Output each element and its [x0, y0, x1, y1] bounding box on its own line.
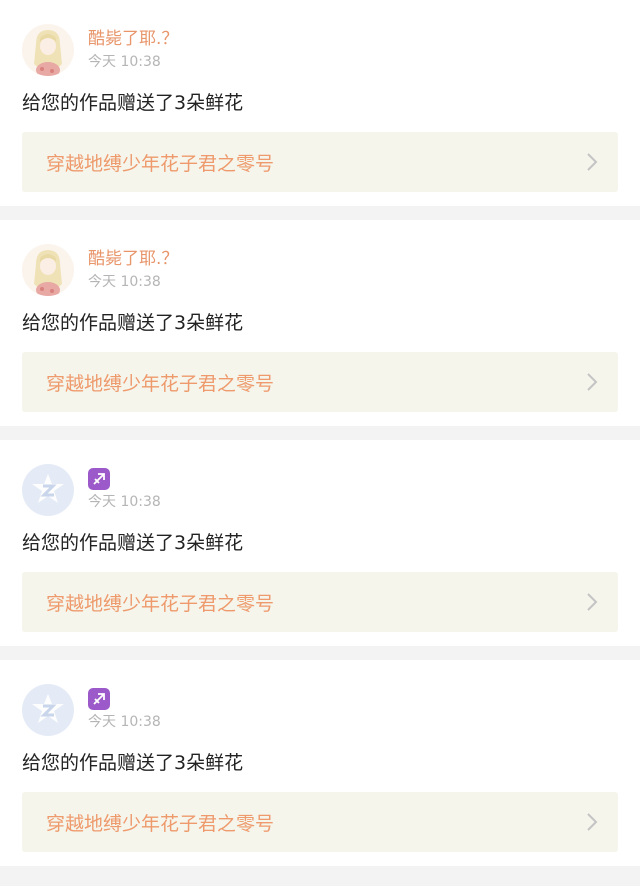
work-title: 穿越地缚少年花子君之零号 [46, 812, 275, 835]
notification-message: 给您的作品赠送了3朵鲜花 [22, 752, 244, 774]
avatar[interactable] [22, 684, 74, 736]
anime-girl-avatar-icon [34, 30, 62, 76]
username[interactable]: 酷毙了耶.？ [88, 28, 178, 50]
notification-card: 今天 10:38 给您的作品赠送了3朵鲜花 穿越地缚少年花子君之零号 [0, 660, 640, 866]
sagittarius-emoji-icon[interactable] [88, 468, 110, 490]
timestamp: 今天 10:38 [88, 54, 161, 70]
avatar[interactable] [22, 464, 74, 516]
notification-message: 给您的作品赠送了3朵鲜花 [22, 532, 244, 554]
notification-card: 酷毙了耶.？ 今天 10:38 给您的作品赠送了3朵鲜花 穿越地缚少年花子君之零… [0, 220, 640, 426]
notification-card: 酷毙了耶.？ 今天 10:38 给您的作品赠送了3朵鲜花 穿越地缚少年花子君之零… [0, 0, 640, 206]
avatar[interactable] [22, 244, 74, 296]
chevron-right-icon [587, 813, 598, 831]
work-link[interactable]: 穿越地缚少年花子君之零号 [22, 572, 618, 632]
work-title: 穿越地缚少年花子君之零号 [46, 152, 275, 175]
timestamp: 今天 10:38 [88, 274, 161, 290]
work-title: 穿越地缚少年花子君之零号 [46, 372, 275, 395]
notification-message: 给您的作品赠送了3朵鲜花 [22, 312, 244, 334]
work-link[interactable]: 穿越地缚少年花子君之零号 [22, 352, 618, 412]
default-avatar-icon [32, 694, 64, 723]
notification-card: 今天 10:38 给您的作品赠送了3朵鲜花 穿越地缚少年花子君之零号 [0, 440, 640, 646]
chevron-right-icon [587, 373, 598, 391]
chevron-right-icon [587, 593, 598, 611]
work-link[interactable]: 穿越地缚少年花子君之零号 [22, 132, 618, 192]
notification-feed: 酷毙了耶.？ 今天 10:38 给您的作品赠送了3朵鲜花 穿越地缚少年花子君之零… [0, 0, 640, 866]
sagittarius-emoji-icon[interactable] [88, 688, 110, 710]
default-avatar-icon [32, 474, 64, 503]
notification-message: 给您的作品赠送了3朵鲜花 [22, 92, 244, 114]
chevron-right-icon [587, 153, 598, 171]
anime-girl-avatar-icon [34, 250, 62, 296]
timestamp: 今天 10:38 [88, 714, 161, 730]
avatar[interactable] [22, 24, 74, 76]
work-link[interactable]: 穿越地缚少年花子君之零号 [22, 792, 618, 852]
work-title: 穿越地缚少年花子君之零号 [46, 592, 275, 615]
timestamp: 今天 10:38 [88, 494, 161, 510]
username[interactable]: 酷毙了耶.？ [88, 248, 178, 270]
